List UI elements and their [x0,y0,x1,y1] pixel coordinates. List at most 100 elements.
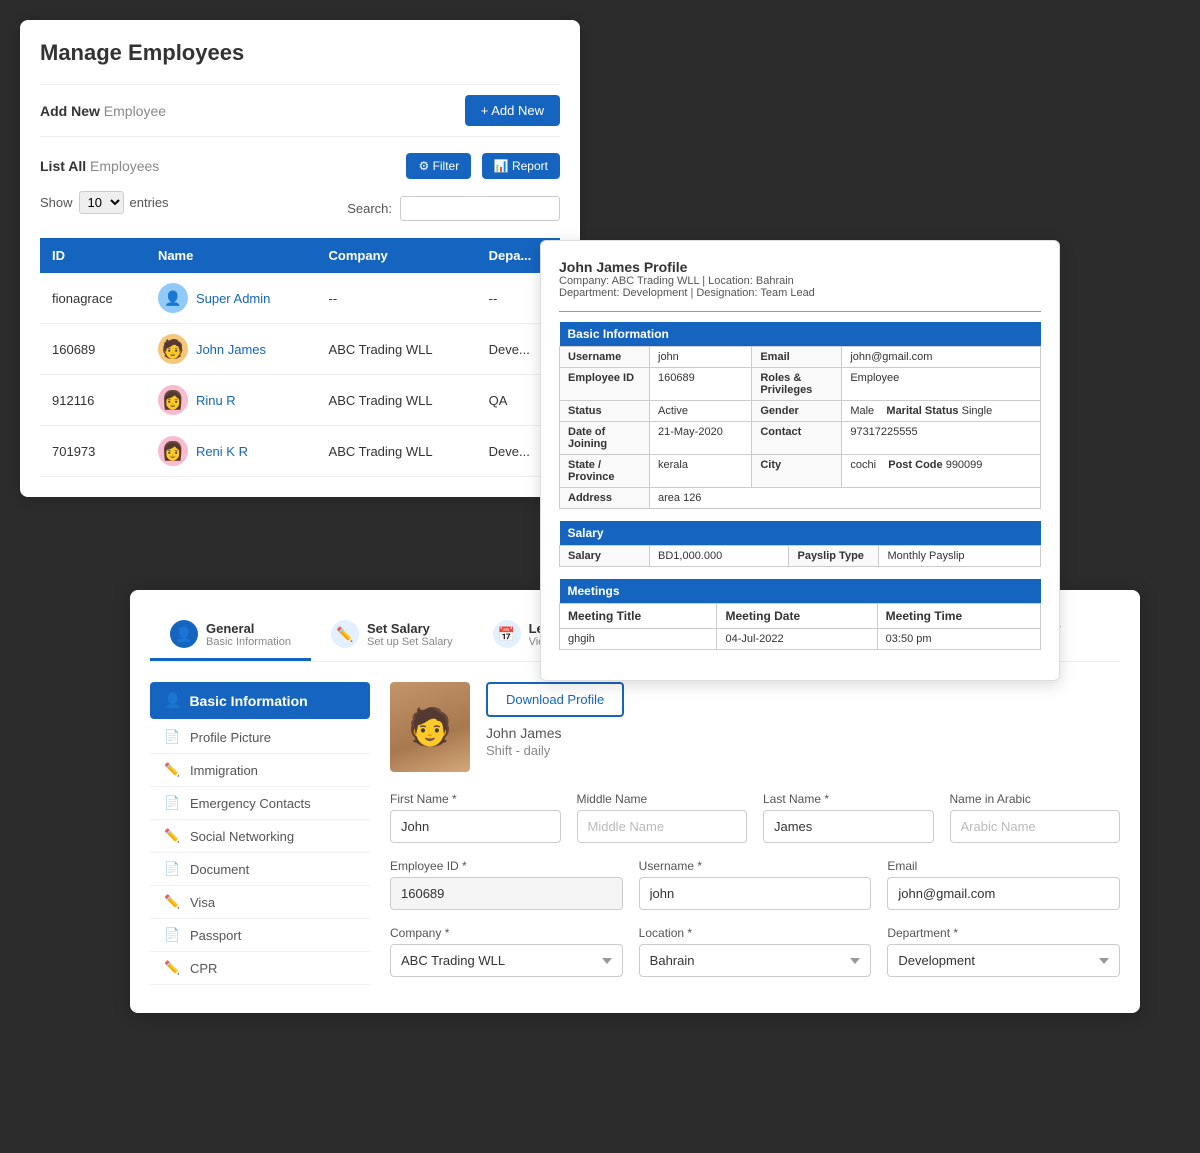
profile-divider [559,311,1041,312]
form-group-location: Location * Bahrain [639,926,872,977]
first-name-label: First Name * [390,792,561,806]
sidebar-item-social-networking[interactable]: ✏️ Social Networking [150,820,370,853]
main-form-content: 🧑 Download Profile John James Shift - da… [390,682,1120,993]
middle-name-input[interactable] [577,810,748,843]
employee-id-label: Employee ID * [390,859,623,873]
list-all-label: List All Employees [40,158,159,174]
company-label: Company * [390,926,623,940]
search-input[interactable] [400,196,560,221]
list-bar: List All Employees ⚙ Filter 📊 Report [40,153,560,179]
sidebar-item-passport[interactable]: 📄 Passport [150,919,370,952]
salary-table: Salary Salary BD1,000.000 Payslip Type M… [559,521,1041,567]
sidebar-item-document[interactable]: 📄 Document [150,853,370,886]
username-label: Username * [639,859,872,873]
add-new-label: Add New Employee [40,103,166,119]
table-row: fionagrace 👤 Super Admin -- -- [40,273,560,324]
basic-info-header: Basic Information [560,322,1041,347]
sidebar-item-label: Profile Picture [190,730,271,745]
basic-info-table: Basic Information Username john Email jo… [559,322,1041,509]
sidebar-basic-info-section[interactable]: 👤 Basic Information [150,682,370,719]
col-name: Name [146,238,317,273]
sidebar-item-label: Visa [190,895,215,910]
profile-meta2: Department: Development | Designation: T… [559,287,1041,299]
profile-name: John James Profile [559,259,1041,275]
table-header-row: Meetings [560,579,1041,604]
download-profile-button[interactable]: Download Profile [486,682,624,717]
employee-link[interactable]: 👤 Super Admin [158,283,305,313]
filter-button[interactable]: ⚙ Filter [406,153,471,179]
form-group-company: Company * ABC Trading WLL [390,926,623,977]
first-name-input[interactable] [390,810,561,843]
employee-table: ID Name Company Depa... fionagrace 👤 Sup… [40,238,560,477]
meetings-table: Meetings Meeting Title Meeting Date Meet… [559,579,1041,650]
username-input[interactable] [639,877,872,910]
avatar: 🧑 [158,334,188,364]
employee-link[interactable]: 👩 Reni K R [158,436,305,466]
form-group-middle-name: Middle Name [577,792,748,843]
sidebar-item-visa[interactable]: ✏️ Visa [150,886,370,919]
table-row: 701973 👩 Reni K R ABC Trading WLL Deve..… [40,426,560,477]
location-label: Location * [639,926,872,940]
cell-id: fionagrace [40,273,146,324]
tab-general-title: General [206,621,291,636]
employee-photo: 🧑 [390,682,470,772]
employee-id-input[interactable] [390,877,623,910]
page-title: Manage Employees [40,40,560,66]
cell-name: 👩 Rinu R [146,375,317,426]
sidebar-item-label: Social Networking [190,829,294,844]
entries-select[interactable]: 10 25 50 [79,191,124,214]
form-row-name: First Name * Middle Name Last Name * Nam… [390,792,1120,843]
edit-icon: ✏️ [164,762,180,778]
arabic-name-input[interactable] [950,810,1121,843]
table-row: Salary BD1,000.000 Payslip Type Monthly … [560,546,1041,567]
report-button[interactable]: 📊 Report [482,153,560,179]
department-select[interactable]: Development [887,944,1120,977]
profile-meta1: Company: ABC Trading WLL | Location: Bah… [559,275,1041,287]
sidebar-item-label: CPR [190,961,217,976]
email-input[interactable] [887,877,1120,910]
col-company: Company [317,238,477,273]
search-label: Search: [347,201,392,216]
table-row: 912116 👩 Rinu R ABC Trading WLL QA [40,375,560,426]
sidebar-item-label: Emergency Contacts [190,796,311,811]
cell-company: ABC Trading WLL [317,375,477,426]
avatar: 👤 [158,283,188,313]
sidebar-item-emergency-contacts[interactable]: 📄 Emergency Contacts [150,787,370,820]
employee-link[interactable]: 🧑 John James [158,334,305,364]
show-label: Show [40,195,73,210]
document-icon: 📄 [164,861,180,877]
form-group-email: Email [887,859,1120,910]
sidebar-item-immigration[interactable]: ✏️ Immigration [150,754,370,787]
content-area: 👤 Basic Information 📄 Profile Picture ✏️… [150,682,1120,993]
cell-company: -- [317,273,477,324]
arabic-name-label: Name in Arabic [950,792,1121,806]
show-search-row: Show 10 25 50 entries Search: [40,191,560,226]
edit-icon: ✏️ [164,828,180,844]
cell-id: 912116 [40,375,146,426]
profile-info: Download Profile John James Shift - dail… [486,682,1120,758]
salary-icon: ✏️ [331,620,359,648]
sidebar-item-cpr[interactable]: ✏️ CPR [150,952,370,985]
form-group-department: Department * Development [887,926,1120,977]
employee-link[interactable]: 👩 Rinu R [158,385,305,415]
edit-icon: ✏️ [164,894,180,910]
col-meeting-date: Meeting Date [717,604,877,629]
avatar: 👩 [158,385,188,415]
add-new-button[interactable]: + Add New [465,95,560,126]
document-icon: 📄 [164,729,180,745]
tab-salary[interactable]: ✏️ Set Salary Set up Set Salary [311,610,473,661]
leaves-icon: 📅 [493,620,521,648]
general-icon: 👤 [170,620,198,648]
sidebar-item-profile-picture[interactable]: 📄 Profile Picture [150,721,370,754]
company-select[interactable]: ABC Trading WLL [390,944,623,977]
table-row: Username john Email john@gmail.com [560,347,1041,368]
entries-label: entries [130,195,169,210]
show-bar: Show 10 25 50 entries [40,191,169,214]
cell-name: 👩 Reni K R [146,426,317,477]
form-group-last-name: Last Name * [763,792,934,843]
location-select[interactable]: Bahrain [639,944,872,977]
tab-general-sub: Basic Information [206,636,291,648]
last-name-input[interactable] [763,810,934,843]
tab-general[interactable]: 👤 General Basic Information [150,610,311,661]
tab-salary-title: Set Salary [367,621,453,636]
